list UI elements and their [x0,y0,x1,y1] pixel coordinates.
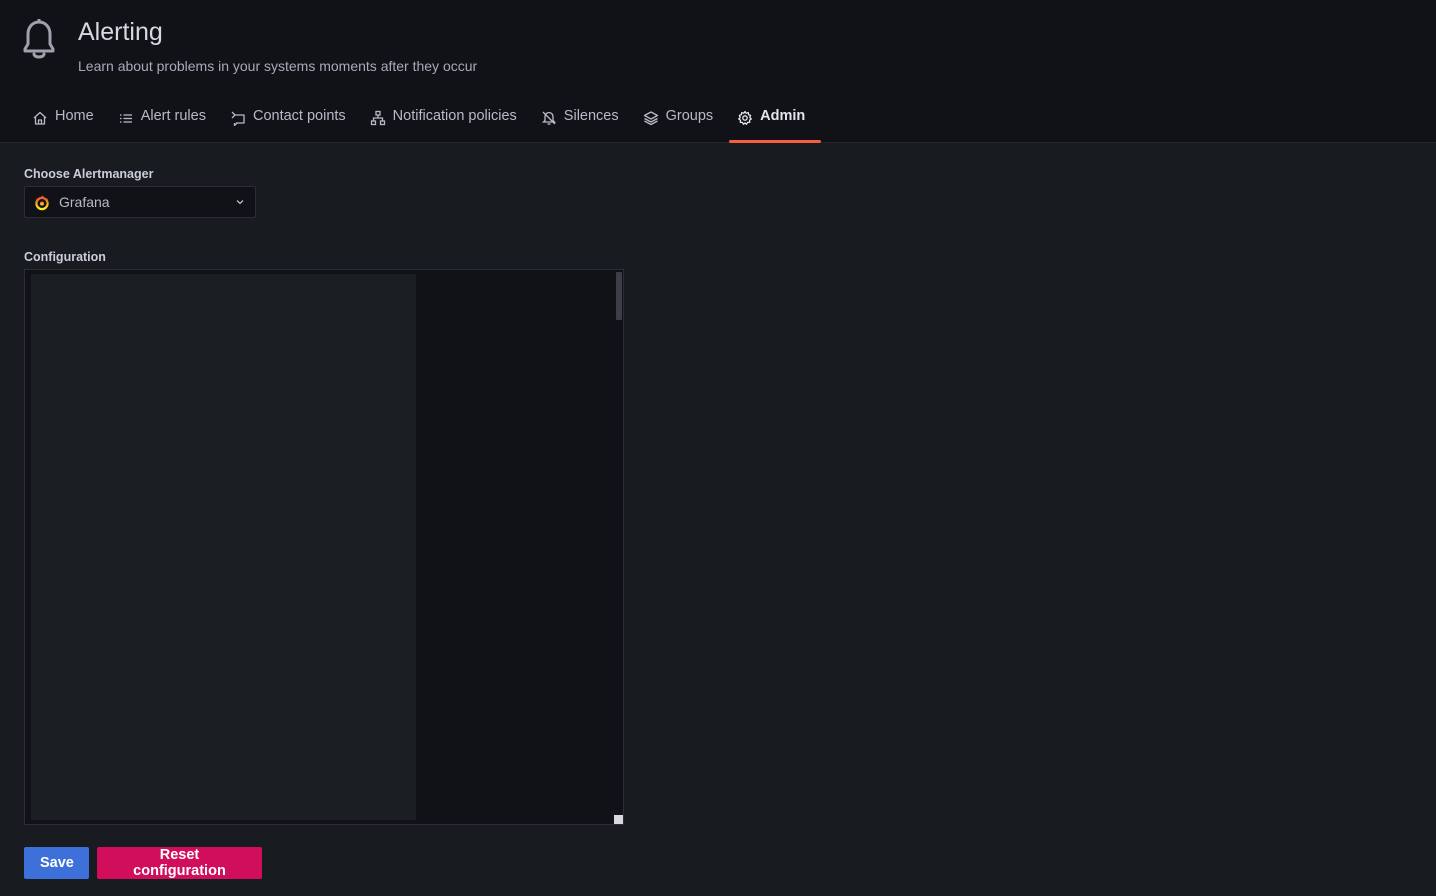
alertmanager-label: Choose Alertmanager [24,167,154,181]
tab-label: Contact points [252,108,346,124]
tab-label: Notification policies [392,108,517,124]
tab-label: Groups [665,108,714,124]
tab-contact-points[interactable]: Contact points [222,108,362,143]
home-icon [32,110,48,126]
tab-groups[interactable]: Groups [635,108,730,143]
save-button[interactable]: Save [24,847,89,879]
editor-resize-handle[interactable] [614,815,623,824]
tab-bar: Home Alert rules Contact points Notifica… [24,108,822,143]
tab-silences[interactable]: Silences [533,108,635,143]
cog-icon [737,110,753,126]
page-header: Alerting Learn about problems in your sy… [0,0,1436,143]
tab-notification-policies[interactable]: Notification policies [362,108,533,143]
bell-slash-icon [541,110,557,126]
bell-icon [23,19,55,59]
tab-label: Alert rules [140,108,206,124]
alertmanager-select[interactable]: Grafana [24,186,256,218]
configuration-label: Configuration [24,250,106,264]
layers-icon [643,110,659,126]
chevron-down-icon [236,200,244,205]
grafana-logo-icon [35,195,49,211]
page-subtitle: Learn about problems in your systems mom… [78,58,478,74]
comment-alt-share-icon [230,110,246,126]
sitemap-icon [370,110,386,126]
tab-home[interactable]: Home [24,108,110,143]
tab-admin[interactable]: Admin [729,108,822,143]
tab-label: Admin [760,108,806,124]
tab-alert-rules[interactable]: Alert rules [110,108,222,143]
page-title: Alerting [78,18,163,46]
configuration-editor[interactable] [24,269,624,825]
tab-label: Silences [563,108,619,124]
editor-scrollbar[interactable] [616,272,622,320]
configuration-text-area[interactable] [31,274,416,820]
alertmanager-selected-value: Grafana [59,194,110,210]
tab-label: Home [55,108,94,124]
list-icon [118,110,134,126]
reset-configuration-button[interactable]: Reset configuration [97,847,262,879]
